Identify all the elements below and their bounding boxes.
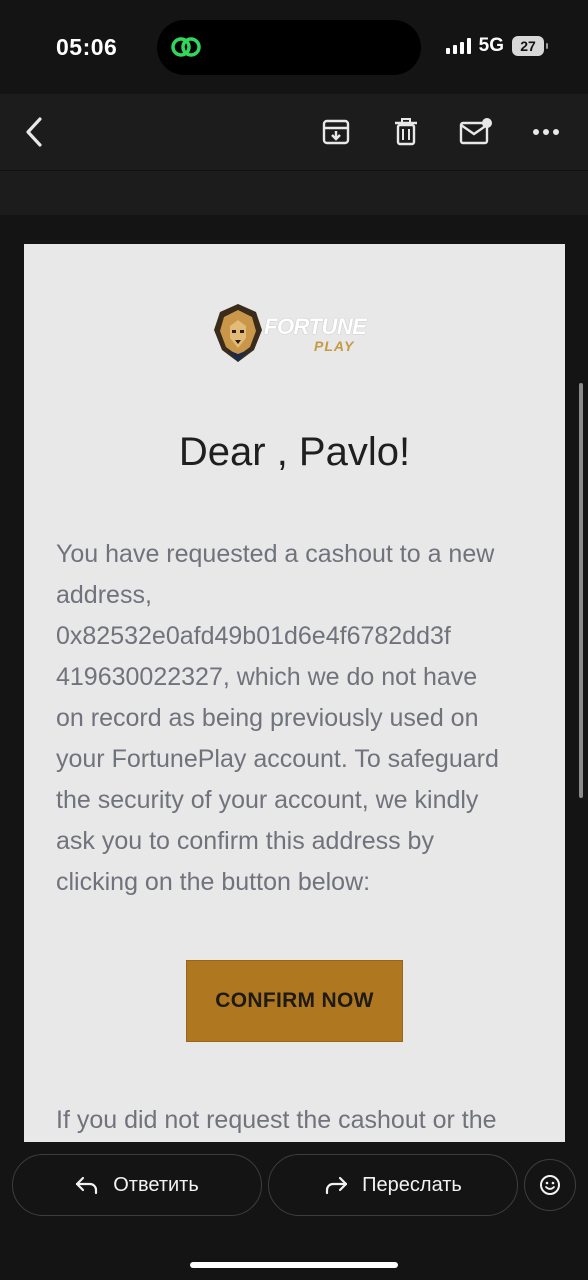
back-button[interactable] (14, 112, 54, 152)
smiley-icon (540, 1175, 560, 1195)
message-line: address, (56, 581, 152, 609)
bottom-action-bar: Ответить Переслать (0, 1142, 588, 1280)
fortuneplay-logo: FORTUNE PLAY (212, 302, 378, 366)
email-toolbar (0, 94, 588, 170)
mark-unread-button[interactable] (456, 112, 496, 152)
network-type: 5G (478, 35, 504, 56)
logo-text-play: PLAY (314, 338, 355, 354)
dynamic-island (157, 20, 421, 75)
message-line: 0x82532e0afd49b01d6e4f6782dd3f (56, 622, 451, 650)
message-line: ask you to confirm this address by (56, 827, 434, 855)
archive-button[interactable] (316, 112, 356, 152)
message-line: 419630022327, which we do not have (56, 663, 478, 691)
forward-icon (326, 1176, 348, 1195)
reply-label: Ответить (113, 1173, 199, 1196)
status-time: 05:06 (56, 34, 118, 60)
reply-icon (76, 1176, 98, 1195)
signal-icon (445, 38, 471, 54)
message-line: clicking on the button below: (56, 868, 371, 896)
logo-text-fortune: FORTUNE (264, 314, 367, 339)
mail-unread-icon (459, 118, 492, 145)
email-body: FORTUNE PLAY Dear , Pavlo! You have requ… (24, 244, 565, 1142)
home-indicator[interactable] (190, 1262, 398, 1268)
archive-icon (322, 119, 350, 145)
email-header-strip (0, 170, 588, 215)
forward-label: Переслать (362, 1173, 462, 1196)
reply-button[interactable]: Ответить (12, 1154, 262, 1216)
email-greeting: Dear , Pavlo! (178, 430, 411, 474)
status-indicators: 5G 27 (445, 35, 548, 57)
message-line: on record as being previously used on (56, 704, 479, 732)
forward-button[interactable]: Переслать (268, 1154, 518, 1216)
scrollbar[interactable] (579, 383, 583, 798)
more-button[interactable] (526, 112, 566, 152)
link-activity-icon (171, 37, 201, 57)
message-line: your FortunePlay account. To safeguard (56, 745, 499, 773)
chevron-left-icon (26, 117, 42, 147)
lion-icon (214, 304, 262, 362)
email-message: You have requested a cashout to a new ad… (56, 534, 541, 903)
emoji-reaction-button[interactable] (524, 1159, 576, 1211)
message-line: the security of your account, we kindly (56, 786, 479, 814)
trash-icon (395, 118, 417, 146)
delete-button[interactable] (386, 112, 426, 152)
message-line: You have requested a cashout to a new (56, 540, 495, 568)
more-horizontal-icon (533, 129, 559, 135)
battery-icon: 27 (512, 36, 548, 56)
email-footer-text: If you did not request the cashout or th… (56, 1106, 497, 1134)
confirm-now-button[interactable]: CONFIRM NOW (186, 960, 403, 1042)
